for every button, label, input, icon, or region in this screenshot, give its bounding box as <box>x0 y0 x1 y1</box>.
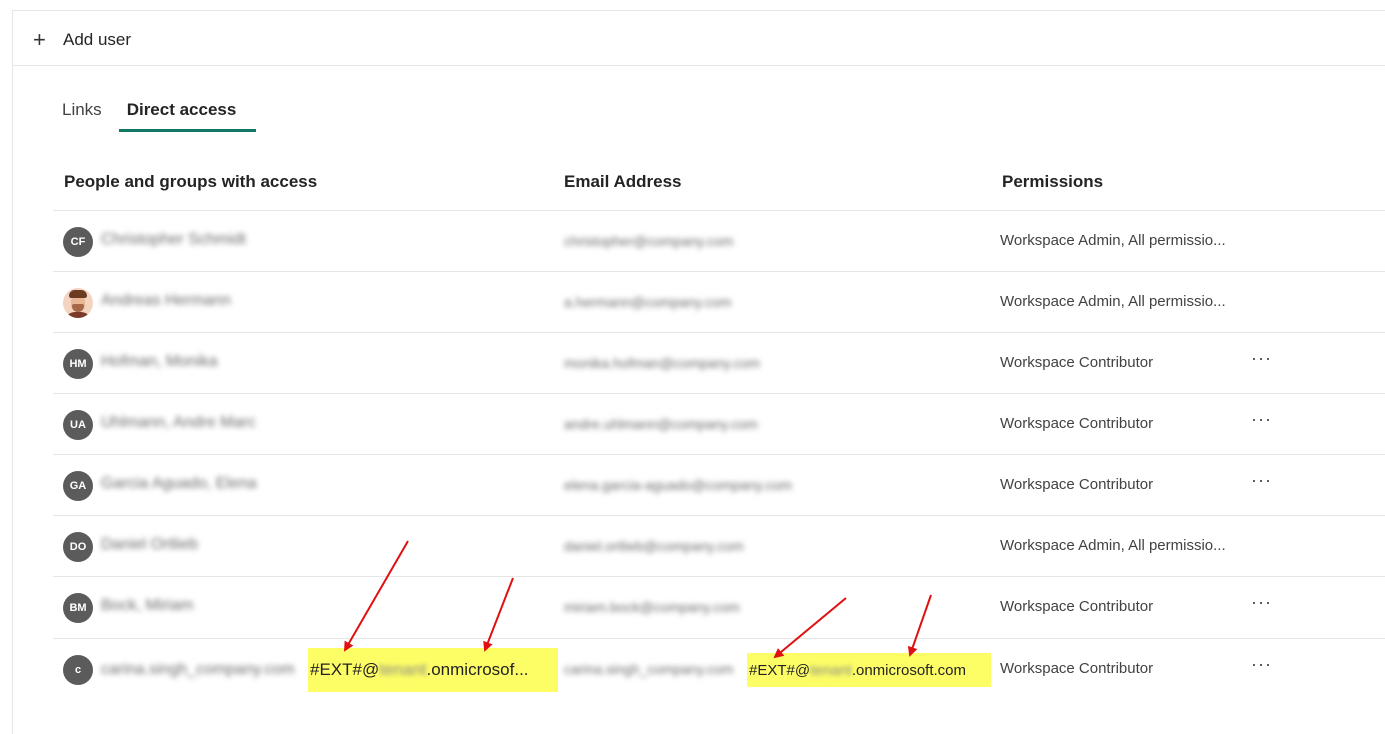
ext-suffix: .onmicrosof... <box>426 660 529 679</box>
table-row[interactable]: c carina.singh_company.com #EXT#@ tenant.… <box>53 638 1385 700</box>
user-email: a.hermann@company.com <box>564 294 732 310</box>
user-name: Christopher Schmidt <box>101 231 246 248</box>
more-actions-icon[interactable]: ··· <box>1251 409 1272 430</box>
table-row[interactable]: DO Daniel Ortlieb daniel.ortlieb@company… <box>53 515 1385 577</box>
tab-direct-access[interactable]: Direct access <box>117 96 256 132</box>
avatar: HM <box>63 349 93 379</box>
more-actions-icon[interactable]: ··· <box>1251 348 1272 369</box>
tenant-name: tenant <box>810 661 852 679</box>
avatar: GA <box>63 471 93 501</box>
left-divider <box>12 10 13 734</box>
avatar: CF <box>63 227 93 257</box>
more-actions-icon[interactable]: ··· <box>1251 470 1272 491</box>
tab-list: Links Direct access <box>52 96 256 132</box>
user-email: carina.singh_company.com <box>564 661 734 677</box>
avatar-photo <box>63 288 93 318</box>
table-row[interactable]: BM Bock, Miriam miriam.bock@company.com … <box>53 576 1385 638</box>
table-row[interactable]: Andreas Hermann a.hermann@company.com Wo… <box>53 271 1385 333</box>
permission-label: Workspace Admin, All permissio... <box>1000 232 1226 249</box>
more-actions-icon[interactable]: ··· <box>1251 654 1272 675</box>
ext-prefix: #EXT#@ <box>749 661 811 679</box>
column-header-people[interactable]: People and groups with access <box>64 172 317 192</box>
table-row[interactable]: UA Uhlmann, Andre Marc andre.uhlmann@com… <box>53 393 1385 455</box>
user-name: Hofman, Monika <box>101 353 218 370</box>
avatar: c <box>63 655 93 685</box>
permission-label: Workspace Contributor <box>1000 598 1154 615</box>
user-name: carina.singh_company.com <box>101 661 295 678</box>
user-name: Uhlmann, Andre Marc <box>101 414 256 431</box>
permission-label: Workspace Contributor <box>1000 660 1154 677</box>
permission-label: Workspace Admin, All permissio... <box>1000 537 1226 554</box>
permission-label: Workspace Contributor <box>1000 415 1154 432</box>
tenant-name: tenant <box>379 660 427 679</box>
column-header-email[interactable]: Email Address <box>564 172 681 192</box>
user-email: miriam.bock@company.com <box>564 599 740 615</box>
avatar: BM <box>63 593 93 623</box>
toolbar-divider <box>12 65 1385 66</box>
tab-links[interactable]: Links <box>52 96 112 128</box>
user-name: Daniel Ortlieb <box>101 536 198 553</box>
user-email: daniel.ortlieb@company.com <box>564 538 744 554</box>
ext-prefix: #EXT#@ <box>310 660 380 679</box>
user-email: christopher@company.com <box>564 233 734 249</box>
user-name: Garcia Aguado, Elena <box>101 475 257 492</box>
table-row[interactable]: HM Hofman, Monika monika.hofman@company.… <box>53 332 1385 394</box>
user-email: elena.garcia-aguado@company.com <box>564 477 792 493</box>
user-name: Andreas Hermann <box>101 292 231 309</box>
table-row[interactable]: CF Christopher Schmidt christopher@compa… <box>53 210 1385 272</box>
top-divider <box>12 10 1385 11</box>
user-name: Bock, Miriam <box>101 597 194 614</box>
plus-icon: + <box>33 27 46 52</box>
more-actions-icon[interactable]: ··· <box>1251 592 1272 613</box>
avatar: UA <box>63 410 93 440</box>
guest-name-highlight: #EXT#@ tenant .onmicrosof... <box>308 648 558 692</box>
add-user-button[interactable]: + Add user <box>33 27 131 53</box>
permission-label: Workspace Contributor <box>1000 354 1154 371</box>
ext-suffix: .onmicrosoft.com <box>851 661 967 679</box>
user-email: andre.uhlmann@company.com <box>564 416 758 432</box>
add-user-label: Add user <box>63 30 132 49</box>
avatar: DO <box>63 532 93 562</box>
column-header-permissions[interactable]: Permissions <box>1002 172 1103 192</box>
table-row[interactable]: GA Garcia Aguado, Elena elena.garcia-agu… <box>53 454 1385 516</box>
permission-label: Workspace Contributor <box>1000 476 1154 493</box>
permission-label: Workspace Admin, All permissio... <box>1000 293 1226 310</box>
guest-email-highlight: #EXT#@ tenant .onmicrosoft.com <box>747 653 991 687</box>
user-email: monika.hofman@company.com <box>564 355 761 371</box>
